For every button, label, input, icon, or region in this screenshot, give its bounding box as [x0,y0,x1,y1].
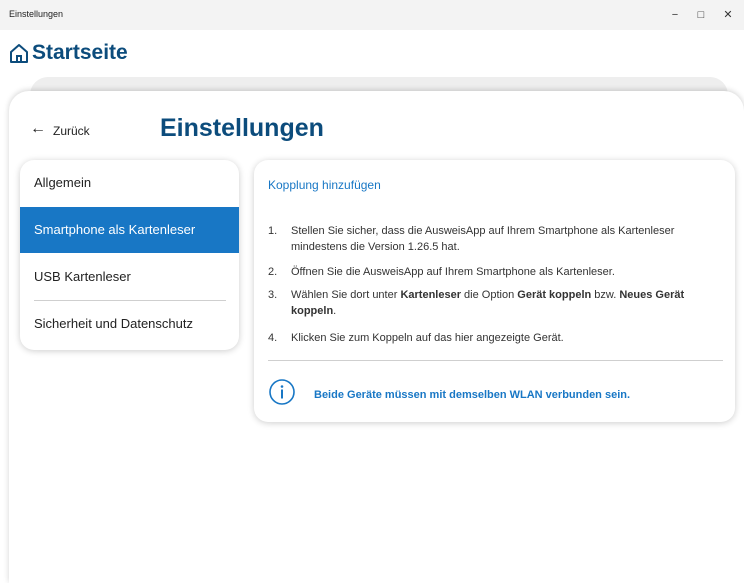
back-arrow-icon[interactable]: ← [30,120,46,138]
settings-sidebar: Allgemein Smartphone als Kartenleser USB… [20,160,239,350]
back-button[interactable]: Zurück [53,124,90,138]
info-icon [269,379,295,405]
page-title: Einstellungen [160,114,324,142]
step-number: 1. [268,225,278,237]
sidebar-item-label: Smartphone als Kartenleser [34,222,196,237]
home-bar: Startseite [0,30,744,74]
maximize-button[interactable]: □ [689,6,713,24]
window-title: Einstellungen [9,9,64,19]
step-text: Öffnen Sie die AusweisApp auf Ihrem Smar… [291,266,615,278]
sidebar-item-smartphone[interactable]: Smartphone als Kartenleser [20,207,239,253]
step-number: 2. [268,266,278,278]
close-button[interactable]: ✕ [716,6,740,24]
home-icon[interactable] [9,42,29,64]
card-title: Kopplung hinzufügen [268,178,381,192]
sidebar-item-security[interactable]: Sicherheit und Datenschutz [20,301,239,347]
step-text: Stellen Sie sicher, dass die AusweisApp … [291,225,675,253]
step-text: Wählen Sie dort unter Kartenleser die Op… [291,289,685,317]
hint-divider [268,360,723,361]
sidebar-item-label: Allgemein [34,175,92,190]
step-number: 4. [268,332,278,344]
window-titlebar: Einstellungen − □ ✕ [0,0,744,30]
sidebar-item-allgemein[interactable]: Allgemein [20,160,239,206]
pairing-card: Kopplung hinzufügen 1. Stellen Sie siche… [254,160,735,422]
step-text: Klicken Sie zum Koppeln auf das hier ang… [291,332,564,344]
sidebar-item-label: Sicherheit und Datenschutz [34,316,193,331]
step-number: 3. [268,289,278,301]
minimize-button[interactable]: − [663,6,687,24]
wlan-hint: Beide Geräte müssen mit demselben WLAN v… [314,389,631,401]
sidebar-item-label: USB Kartenleser [34,269,131,284]
sidebar-item-usb[interactable]: USB Kartenleser [20,254,239,300]
home-title[interactable]: Startseite [32,41,128,65]
